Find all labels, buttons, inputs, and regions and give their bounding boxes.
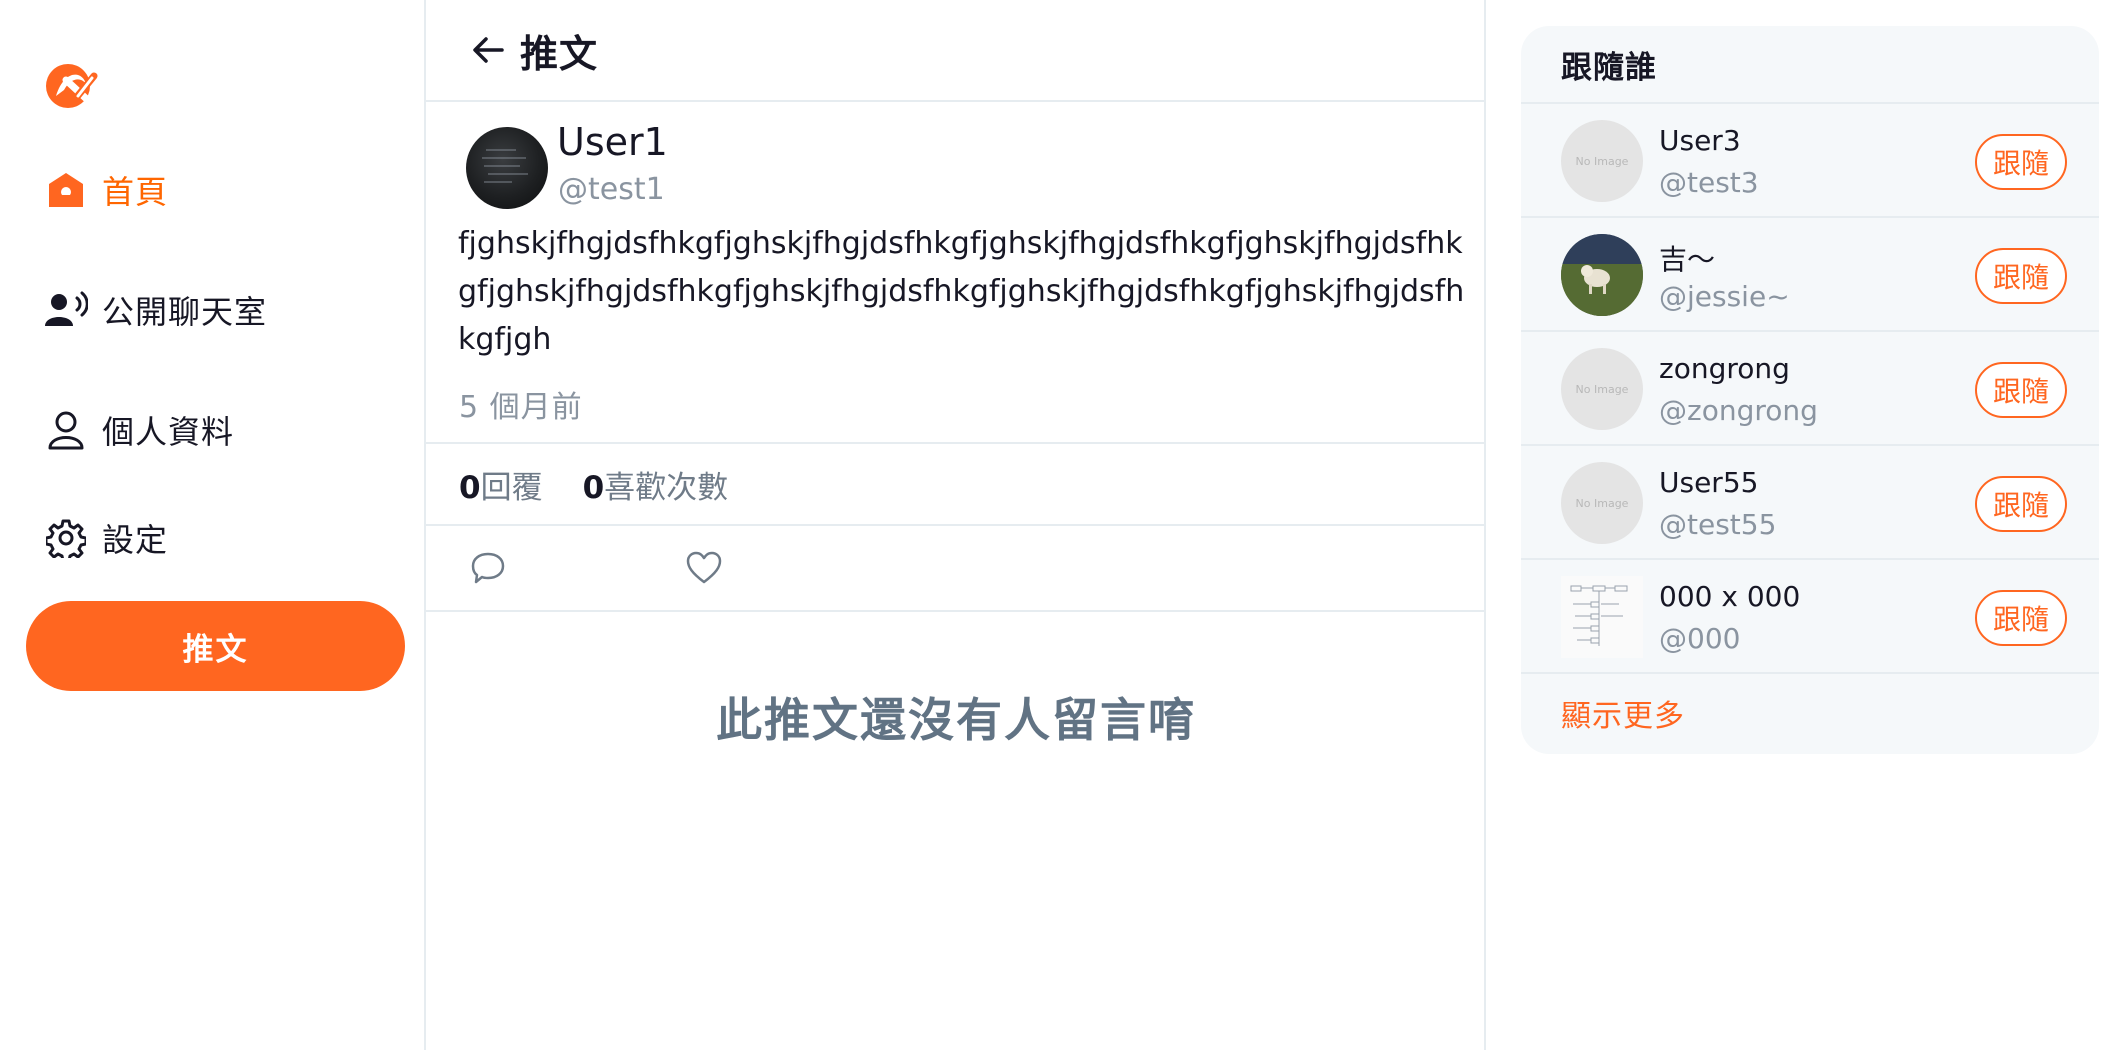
follow-user-name[interactable]: zongrong xyxy=(1659,352,1790,385)
follow-suggestion-row: 吉～ @jessie~ 跟隨 xyxy=(1521,218,2099,332)
reply-count-label: 回覆 xyxy=(480,469,543,506)
avatar[interactable] xyxy=(466,127,548,209)
tweet-actions xyxy=(426,526,1484,612)
home-icon xyxy=(44,168,88,212)
main-column: 推文 User1 @test1 fjghskjfhgjdsfhkgfjghskj… xyxy=(426,0,1486,1050)
follow-button[interactable]: 跟隨 xyxy=(1975,362,2067,418)
nav-label-settings: 設定 xyxy=(102,521,169,559)
avatar[interactable]: No Image xyxy=(1561,348,1643,430)
follow-button[interactable]: 跟隨 xyxy=(1975,134,2067,190)
who-to-follow-panel: 跟隨誰 No Image User3 @test3 跟隨 吉～ @jessie~… xyxy=(1521,26,2099,754)
like-count-number: 0 xyxy=(582,469,605,506)
follow-suggestion-row: No Image User55 @test55 跟隨 xyxy=(1521,446,2099,560)
tweet-author-name[interactable]: User1 xyxy=(557,120,668,164)
avatar[interactable] xyxy=(1561,234,1643,316)
alpha-camp-logo[interactable] xyxy=(42,56,98,112)
follow-suggestion-row: No Image User3 @test3 跟隨 xyxy=(1521,104,2099,218)
tweet-body: fjghskjfhgjdsfhkgfjghskjfhgjdsfhkgfjghsk… xyxy=(458,226,1465,357)
follow-button[interactable]: 跟隨 xyxy=(1975,590,2067,646)
tweet-detail: User1 @test1 fjghskjfhgjdsfhkgfjghskjfhg… xyxy=(426,102,1484,444)
like-count: 0喜歡次數 xyxy=(583,462,729,507)
follow-user-name[interactable]: User55 xyxy=(1659,466,1758,499)
tweet-author-handle[interactable]: @test1 xyxy=(558,172,665,207)
user-icon xyxy=(44,408,88,452)
reply-count: 0回覆 xyxy=(459,462,543,507)
follow-user-handle[interactable]: @000 xyxy=(1659,622,1740,655)
follow-user-handle[interactable]: @test55 xyxy=(1659,508,1776,541)
follow-user-handle[interactable]: @test3 xyxy=(1659,166,1759,199)
tweet-button[interactable]: 推文 xyxy=(26,601,405,691)
nav-label-profile: 個人資料 xyxy=(102,413,235,451)
empty-replies-message: 此推文還沒有人留言唷 xyxy=(716,693,1196,747)
nav-item-home[interactable]: 首頁 xyxy=(44,162,168,218)
follow-suggestion-row: 000 x 000 @000 跟隨 xyxy=(1521,560,2099,674)
gear-icon xyxy=(44,516,88,560)
nav-item-profile[interactable]: 個人資料 xyxy=(44,402,234,458)
show-more-link[interactable]: 顯示更多 xyxy=(1521,674,2099,752)
tweet-timestamp: 5 個月前 xyxy=(459,390,583,425)
nav-item-public-chat[interactable]: 公開聊天室 xyxy=(44,282,267,338)
follow-suggestion-row: No Image zongrong @zongrong 跟隨 xyxy=(1521,332,2099,446)
avatar[interactable]: No Image xyxy=(1561,462,1643,544)
follow-user-handle[interactable]: @jessie~ xyxy=(1659,280,1790,313)
reply-count-number: 0 xyxy=(459,469,481,506)
comment-icon[interactable] xyxy=(470,550,506,586)
follow-user-handle[interactable]: @zongrong xyxy=(1659,394,1818,427)
nav-item-settings[interactable]: 設定 xyxy=(44,510,168,566)
follow-button[interactable]: 跟隨 xyxy=(1975,476,2067,532)
nav-label-public-chat: 公開聊天室 xyxy=(102,293,268,331)
heart-icon[interactable] xyxy=(686,550,722,586)
avatar[interactable]: No Image xyxy=(1561,120,1643,202)
tweet-stats: 0回覆 0喜歡次數 xyxy=(426,444,1484,526)
no-image-placeholder: No Image xyxy=(1575,496,1629,510)
page-title: 推文 xyxy=(520,31,599,76)
follow-user-name[interactable]: 吉～ xyxy=(1659,238,1715,278)
follow-button[interactable]: 跟隨 xyxy=(1975,248,2067,304)
follow-user-name[interactable]: User3 xyxy=(1659,124,1741,157)
no-image-placeholder: No Image xyxy=(1575,382,1629,396)
page-header: 推文 xyxy=(426,0,1484,102)
left-sidebar: 首頁 公開聊天室 個人資料 設定 推文 xyxy=(0,0,426,1050)
avatar[interactable] xyxy=(1561,576,1643,658)
diagram-thumbnail-icon xyxy=(1570,585,1628,646)
panel-title: 跟隨誰 xyxy=(1521,26,2099,104)
follow-user-name[interactable]: 000 x 000 xyxy=(1659,580,1800,613)
nav-label-home: 首頁 xyxy=(102,173,169,211)
like-count-label: 喜歡次數 xyxy=(604,469,729,506)
dog-photo-icon xyxy=(1561,234,1643,316)
no-image-placeholder: No Image xyxy=(1575,154,1629,168)
arrow-left-icon[interactable] xyxy=(468,30,508,70)
user-voice-icon xyxy=(44,288,88,332)
